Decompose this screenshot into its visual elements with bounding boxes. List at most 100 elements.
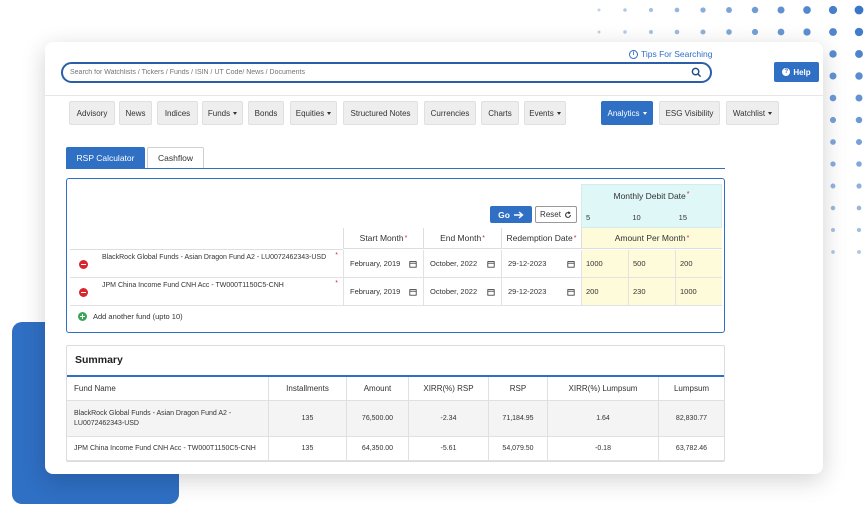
decorative-dot bbox=[751, 6, 759, 14]
required-mark: * bbox=[404, 234, 408, 242]
nav-bonds[interactable]: Bonds bbox=[248, 101, 284, 125]
tab-cashflow[interactable]: Cashflow bbox=[147, 147, 204, 168]
redemption-date-input[interactable]: 29-12-2023 bbox=[501, 250, 581, 278]
chevron-down-icon bbox=[233, 111, 238, 115]
remove-fund-icon[interactable] bbox=[79, 288, 88, 297]
summary-header-installments: Installments bbox=[268, 377, 346, 401]
chevron-down-icon bbox=[327, 111, 332, 115]
calendar-icon[interactable] bbox=[567, 288, 575, 296]
header-divider bbox=[45, 95, 823, 96]
nav-charts[interactable]: Charts bbox=[481, 101, 519, 125]
fund-name[interactable]: BlackRock Global Funds - Asian Dragon Fu… bbox=[102, 254, 326, 261]
redemption-date-value: 29-12-2023 bbox=[508, 259, 547, 268]
summary-fund-name: LU0072462343-USD bbox=[74, 419, 139, 427]
nav-label: Structured Notes bbox=[350, 108, 411, 118]
nav-currencies[interactable]: Currencies bbox=[424, 101, 476, 125]
start-month-input[interactable]: February, 2019 bbox=[343, 278, 423, 306]
decorative-dot bbox=[830, 161, 836, 167]
amount-input[interactable]: 1000 bbox=[675, 278, 722, 306]
nav-watchlist[interactable]: Watchlist bbox=[726, 101, 779, 125]
column-header-label: Redemption Date bbox=[506, 233, 573, 243]
decorative-dot bbox=[857, 250, 861, 254]
amount-input[interactable]: 500 bbox=[628, 250, 675, 278]
fund-name[interactable]: JPM China Income Fund CNH Acc - TW000T11… bbox=[102, 282, 284, 289]
amount-input[interactable]: 200 bbox=[581, 278, 628, 306]
add-fund-button[interactable]: Add another fund (upto 10) bbox=[78, 312, 183, 321]
nav-news[interactable]: News bbox=[119, 101, 152, 125]
decorative-dot bbox=[674, 29, 680, 35]
fund-row: BlackRock Global Funds - Asian Dragon Fu… bbox=[70, 250, 343, 278]
nav-label: Indices bbox=[164, 108, 191, 118]
monthly-debit-label: Monthly Debit Date bbox=[613, 191, 686, 201]
go-label: Go bbox=[498, 209, 510, 220]
calendar-icon[interactable] bbox=[487, 260, 495, 268]
amount-input[interactable]: 200 bbox=[675, 250, 722, 278]
calendar-icon[interactable] bbox=[487, 288, 495, 296]
required-mark: * bbox=[573, 234, 577, 242]
summary-amount: 64,350.00 bbox=[346, 437, 408, 461]
nav-label: News bbox=[125, 108, 146, 118]
nav-label: Charts bbox=[488, 108, 512, 118]
tab-rsp-calculator[interactable]: RSP Calculator bbox=[66, 147, 145, 168]
nav-esg-visibility[interactable]: ESG Visibility bbox=[659, 101, 720, 125]
monthly-debit-date-panel: Monthly Debit Date* 5 10 15 bbox=[581, 184, 722, 228]
summary-installments: 135 bbox=[268, 401, 346, 437]
reset-button[interactable]: Reset bbox=[535, 206, 577, 223]
nav-equities[interactable]: Equities bbox=[290, 101, 337, 125]
end-month-input[interactable]: October, 2022 bbox=[423, 278, 501, 306]
nav-indices[interactable]: Indices bbox=[157, 101, 198, 125]
decorative-dot bbox=[856, 205, 862, 211]
required-mark: * bbox=[686, 191, 690, 198]
calendar-icon[interactable] bbox=[409, 260, 417, 268]
decorative-dot bbox=[751, 28, 759, 36]
nav-label: Watchlist bbox=[732, 108, 766, 118]
summary-title: Summary bbox=[75, 354, 123, 366]
decorative-dot bbox=[855, 116, 863, 124]
end-month-value: October, 2022 bbox=[430, 287, 478, 296]
remove-fund-icon[interactable] bbox=[79, 260, 88, 269]
nav-analytics[interactable]: Analytics bbox=[601, 101, 653, 125]
debit-date-input[interactable]: 5 bbox=[582, 213, 628, 222]
summary-header-lumpsum: Lumpsum bbox=[658, 377, 724, 401]
debit-date-input[interactable]: 10 bbox=[628, 213, 674, 222]
decorative-dot bbox=[856, 227, 862, 233]
amount-input[interactable]: 1000 bbox=[581, 250, 628, 278]
nav-events[interactable]: Events bbox=[524, 101, 566, 125]
calendar-icon[interactable] bbox=[567, 260, 575, 268]
decorative-dot bbox=[830, 139, 836, 145]
nav-label: Equities bbox=[295, 108, 325, 118]
decorative-dot bbox=[623, 30, 627, 34]
debit-date-input[interactable]: 15 bbox=[675, 213, 721, 222]
end-month-input[interactable]: October, 2022 bbox=[423, 250, 501, 278]
tips-link[interactable]: i Tips For Searching bbox=[629, 49, 713, 59]
decorative-dot bbox=[597, 8, 601, 12]
nav-funds[interactable]: Funds bbox=[202, 101, 243, 125]
required-mark: * bbox=[686, 234, 690, 242]
table-row: BlackRock Global Funds - Asian Dragon Fu… bbox=[67, 401, 268, 437]
nav-structured-notes[interactable]: Structured Notes bbox=[343, 101, 418, 125]
search-input[interactable] bbox=[70, 69, 680, 76]
redemption-date-input[interactable]: 29-12-2023 bbox=[501, 278, 581, 306]
refresh-icon bbox=[565, 210, 571, 218]
decorative-dot bbox=[855, 138, 863, 146]
start-month-value: February, 2019 bbox=[350, 259, 401, 268]
decorative-dot bbox=[855, 50, 863, 58]
search-icon[interactable] bbox=[691, 67, 702, 78]
summary-header-fund-name: Fund Name bbox=[67, 377, 268, 401]
decorative-dot bbox=[623, 8, 627, 12]
calendar-icon[interactable] bbox=[409, 288, 417, 296]
decorative-dot bbox=[828, 5, 838, 15]
decorative-dot bbox=[726, 29, 732, 35]
amount-value: 500 bbox=[633, 259, 646, 268]
decorative-dot bbox=[597, 30, 601, 34]
amount-input[interactable]: 230 bbox=[628, 278, 675, 306]
column-header-end-month: End Month * bbox=[423, 228, 501, 249]
start-month-input[interactable]: February, 2019 bbox=[343, 250, 423, 278]
tab-underline bbox=[66, 168, 725, 169]
add-icon bbox=[78, 312, 87, 321]
go-button[interactable]: Go bbox=[490, 206, 532, 223]
search-bar[interactable] bbox=[61, 62, 712, 83]
nav-advisory[interactable]: Advisory bbox=[69, 101, 115, 125]
help-button[interactable]: ? Help bbox=[774, 62, 819, 82]
required-mark: * bbox=[335, 252, 338, 259]
